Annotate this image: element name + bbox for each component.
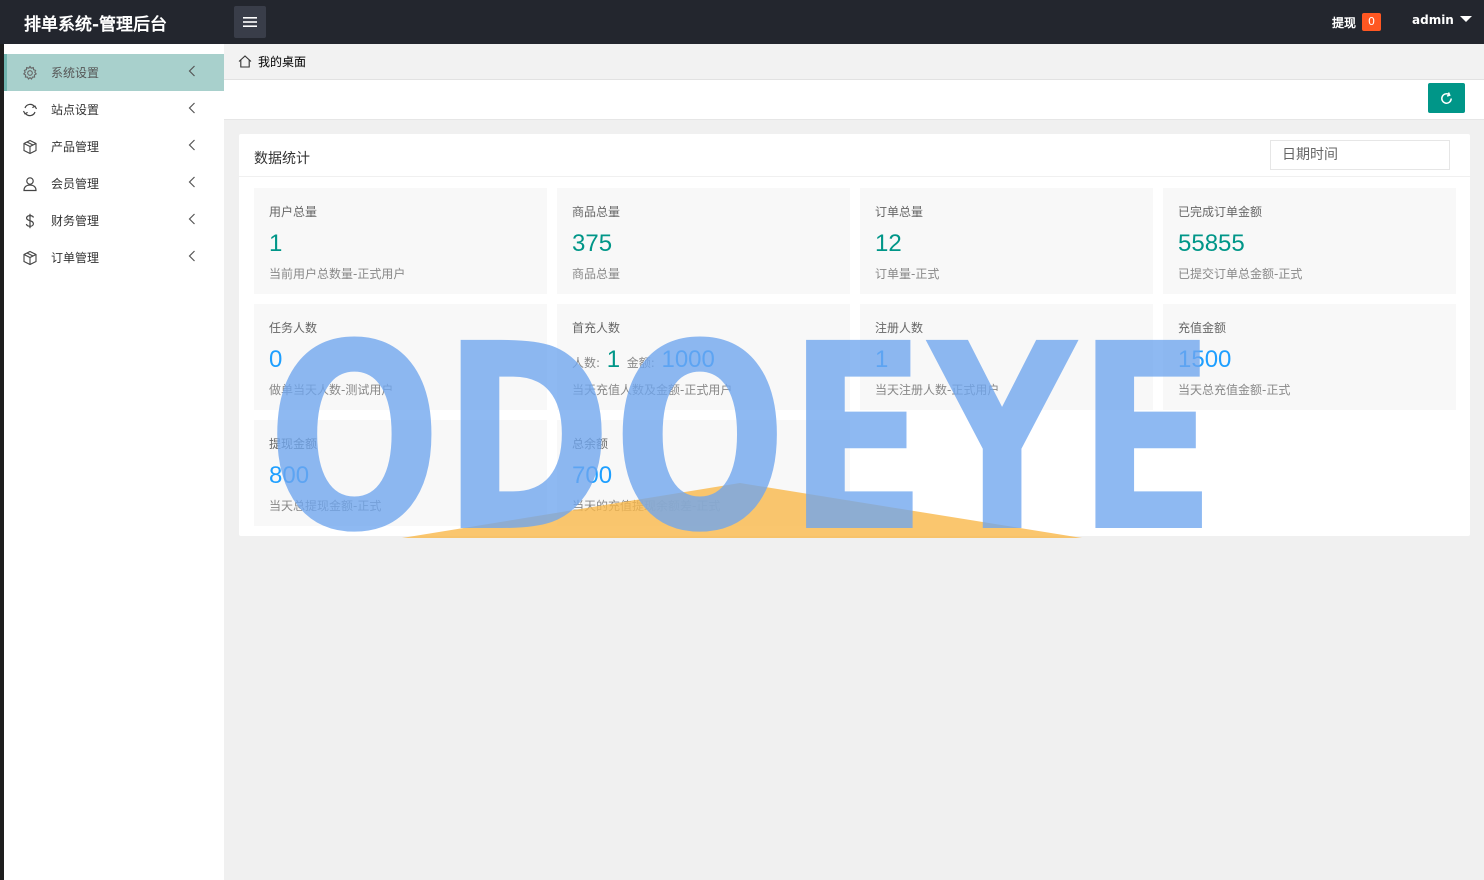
chevron-left-icon — [188, 213, 195, 225]
stat-value: 375 — [572, 230, 613, 257]
sidebar-item-label: 产品管理 — [51, 140, 100, 154]
stat-desc: 当天总充值金额-正式 — [1178, 383, 1291, 397]
sidebar-item-label: 站点设置 — [51, 103, 100, 117]
sidebar-item-site-settings[interactable]: 站点设置 — [4, 91, 224, 128]
stat-label: 注册人数 — [875, 321, 924, 335]
gear-icon — [22, 65, 38, 81]
sidebar-item-finance-management[interactable]: 财务管理 — [4, 202, 224, 239]
stat-value: 1 — [875, 346, 889, 373]
stat-desc: 当天充值人数及金额-正式用户 — [572, 383, 733, 397]
amount-label: 金额: — [626, 356, 655, 370]
user-name: admin — [1412, 13, 1454, 27]
withdraw-label: 提现 — [1332, 15, 1357, 30]
stat-total-balance: 总余额 700 当天的充值提现余额差-正式 — [557, 420, 850, 526]
stat-task-users: 任务人数 0 做单当天人数-测试用户 — [254, 304, 547, 410]
toolbar — [224, 80, 1484, 120]
count-value: 1 — [606, 346, 621, 373]
user-menu[interactable]: admin — [1412, 13, 1472, 27]
stat-total-users: 用户总量 1 当前用户总数量-正式用户 — [254, 188, 547, 294]
chevron-left-icon — [188, 102, 195, 114]
stat-registered-users: 注册人数 1 当天注册人数-正式用户 — [860, 304, 1153, 410]
menu-toggle-button[interactable] — [234, 6, 266, 38]
stat-label: 充值金额 — [1178, 321, 1227, 335]
refresh-button[interactable] — [1428, 83, 1465, 113]
stat-total-orders: 订单总量 12 订单量-正式 — [860, 188, 1153, 294]
card-header: 数据统计 — [239, 134, 1470, 177]
dollar-icon — [22, 213, 38, 229]
sidebar-item-label: 财务管理 — [51, 214, 100, 228]
stat-completed-order-amount: 已完成订单金额 55855 已提交订单总金额-正式 — [1163, 188, 1456, 294]
app-title: 排单系统-管理后台 — [24, 15, 168, 35]
chevron-left-icon — [188, 176, 195, 188]
sync-icon — [22, 102, 38, 118]
sidebar-item-member-management[interactable]: 会员管理 — [4, 165, 224, 202]
card-title: 数据统计 — [254, 151, 310, 167]
stat-label: 提现金额 — [269, 437, 318, 451]
tab-bar: 我的桌面 — [224, 44, 1484, 80]
stat-value: 1500 — [1178, 346, 1232, 373]
stat-label: 订单总量 — [875, 205, 924, 219]
stat-label: 用户总量 — [269, 205, 318, 219]
stat-value: 0 — [269, 346, 283, 373]
chevron-left-icon — [188, 139, 195, 151]
stat-label: 总余额 — [572, 437, 609, 451]
stat-total-products: 商品总量 375 商品总量 — [557, 188, 850, 294]
home-icon — [238, 55, 252, 68]
sidebar-item-label: 系统设置 — [51, 66, 100, 80]
stat-desc: 当天总提现金额-正式 — [269, 499, 382, 513]
amount-value: 1000 — [661, 346, 715, 373]
stat-desc: 当天注册人数-正式用户 — [875, 383, 1000, 397]
stat-label: 商品总量 — [572, 205, 621, 219]
tab-label: 我的桌面 — [258, 55, 307, 69]
sidebar-item-product-management[interactable]: 产品管理 — [4, 128, 224, 165]
stat-value-combined: 人数: 1 金额: 1000 — [572, 346, 715, 374]
stat-label: 任务人数 — [269, 321, 318, 335]
user-icon — [22, 176, 38, 192]
sidebar-item-order-management[interactable]: 订单管理 — [4, 239, 224, 276]
stat-value: 12 — [875, 230, 902, 257]
tab-my-desktop[interactable]: 我的桌面 — [238, 53, 306, 70]
stat-value: 1 — [269, 230, 283, 257]
stat-desc: 当天的充值提现余额差-正式 — [572, 499, 721, 513]
stat-desc: 订单量-正式 — [875, 267, 940, 281]
stat-value: 700 — [572, 462, 613, 489]
top-header: 排单系统-管理后台 提现 0 admin — [0, 0, 1484, 44]
chevron-left-icon — [188, 250, 195, 262]
box-icon — [22, 139, 38, 155]
stat-label: 已完成订单金额 — [1178, 205, 1263, 219]
refresh-icon — [1441, 91, 1452, 104]
withdraw-count-badge: 0 — [1362, 13, 1382, 31]
stat-desc: 做单当天人数-测试用户 — [269, 383, 394, 397]
stat-first-recharge: 首充人数 人数: 1 金额: 1000 当天充值人数及金额-正式用户 — [557, 304, 850, 410]
sidebar: 系统设置 站点设置 产品管理 会员管理 财务管理 订单管理 — [4, 44, 224, 880]
stat-value: 55855 — [1178, 230, 1245, 257]
sidebar-item-label: 订单管理 — [51, 251, 100, 265]
hamburger-icon — [243, 17, 257, 27]
box-icon — [22, 250, 38, 266]
sidebar-item-system-settings[interactable]: 系统设置 — [4, 54, 224, 91]
chevron-left-icon — [188, 65, 195, 77]
stat-desc: 商品总量 — [572, 267, 621, 281]
count-label: 人数: — [572, 356, 601, 370]
sidebar-item-label: 会员管理 — [51, 177, 100, 191]
stat-label: 首充人数 — [572, 321, 621, 335]
stat-desc: 已提交订单总金额-正式 — [1178, 267, 1303, 281]
caret-down-icon — [1459, 16, 1472, 22]
withdraw-notice[interactable]: 提现 0 — [1332, 13, 1382, 31]
stat-withdraw-amount: 提现金额 800 当天总提现金额-正式 — [254, 420, 547, 526]
stats-card: 数据统计 用户总量 1 当前用户总数量-正式用户 商品总量 375 商品总量 订… — [239, 134, 1470, 536]
stat-value: 800 — [269, 462, 310, 489]
stat-desc: 当前用户总数量-正式用户 — [269, 267, 406, 281]
date-time-input[interactable] — [1270, 140, 1450, 170]
stat-recharge-amount: 充值金额 1500 当天总充值金额-正式 — [1163, 304, 1456, 410]
